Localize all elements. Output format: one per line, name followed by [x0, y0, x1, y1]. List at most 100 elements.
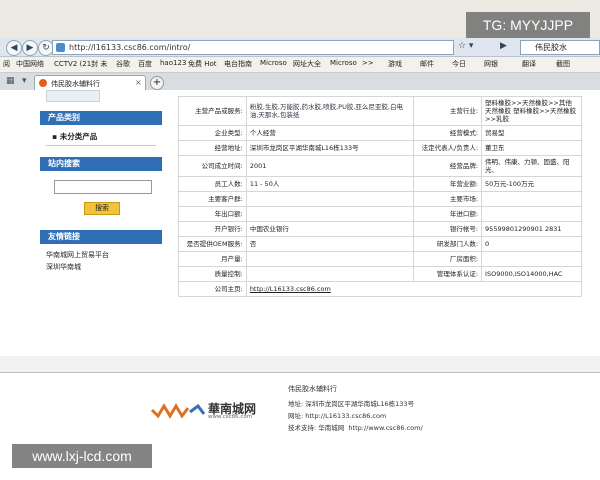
- divider: [46, 145, 156, 146]
- csc86-logo: 華南城网 www.csc86.com: [150, 402, 256, 422]
- field-value: 粉胶,生胶,万能胶,药水胶,喷胶,PU胶,亚么尼亚胶,白电油,天那水,包装纸: [245, 96, 415, 126]
- field-value: 11 - 50人: [245, 176, 415, 192]
- tab-grid-icon[interactable]: ▦: [6, 76, 15, 86]
- bookmark-item[interactable]: Microso: [260, 59, 287, 67]
- category-item[interactable]: ▪ 未分类产品: [52, 131, 97, 142]
- table-row: 企业类型: 个人经营 经营模式: 贸易型: [178, 125, 582, 141]
- site-search-input[interactable]: [54, 180, 152, 194]
- browser-search-box[interactable]: 伟民胶水: [520, 40, 600, 55]
- today-item[interactable]: 今日: [452, 59, 466, 69]
- field-value: 深圳市龙岗区平湖华南城L16栋133号: [245, 140, 415, 156]
- field-value: 伟明、伟康、力顿、固盛、阳光、: [481, 155, 582, 177]
- field-value: 塑料橡胶>>天然橡胶>>其他天然橡胶 塑料橡胶>>天然橡胶>>乳胶: [481, 96, 582, 126]
- search-text: 伟民胶水: [535, 43, 567, 52]
- address-bar[interactable]: http://l16133.csc86.com/intro/: [52, 40, 454, 55]
- homepage-link[interactable]: http://L16133.csc86.com: [245, 281, 583, 297]
- field-label: 开户银行:: [178, 221, 247, 237]
- footer-support-label: 技术支持: 华南城网: [288, 424, 345, 432]
- field-label: 企业类型:: [178, 125, 247, 141]
- field-value: 0: [481, 236, 582, 252]
- field-label: 月产量:: [178, 251, 247, 267]
- field-label: 研发部门人数:: [413, 236, 483, 252]
- footer-support: 技术支持: 华南城网 http://www.csc86.com/: [288, 422, 423, 432]
- url-text: http://l16133.csc86.com/intro/: [69, 43, 191, 52]
- field-value: 2001: [245, 155, 415, 177]
- bookmark-item[interactable]: 电台指南: [224, 59, 252, 69]
- field-label: 管理体系认证:: [413, 266, 483, 282]
- tab-active[interactable]: 伟民胶水辅料行 ×: [34, 75, 146, 91]
- bookmark-item[interactable]: CCTV2 (21封 未: [54, 59, 107, 69]
- field-label: 年出口额:: [178, 206, 247, 222]
- field-value: [245, 251, 415, 267]
- table-row: 月产量: 厂房面积:: [178, 251, 582, 267]
- table-row: 公司成立时间: 2001 经营品牌: 伟明、伟康、力顿、固盛、阳光、: [178, 155, 582, 177]
- bookmark-item[interactable]: 百度: [138, 59, 152, 69]
- footer-support-link[interactable]: http://www.csc86.com/: [348, 424, 422, 432]
- watermark-bottom-left: www.lxj-lcd.com: [12, 444, 152, 468]
- field-value: ISO9000,ISO14000,HAC: [481, 266, 582, 282]
- field-label: 经营地址:: [178, 140, 247, 156]
- company-info-table: 主营产品或服务: 粉胶,生胶,万能胶,药水胶,喷胶,PU胶,亚么尼亚胶,白电油,天…: [178, 96, 583, 297]
- new-tab-icon[interactable]: +: [150, 76, 164, 90]
- sidebar-top-button[interactable]: [46, 90, 100, 102]
- field-value: [245, 266, 415, 282]
- field-label: 是否提供OEM服务:: [178, 236, 247, 252]
- translate-item[interactable]: 翻译: [522, 59, 536, 69]
- category-item-label: 未分类产品: [59, 132, 98, 141]
- field-label: 经营品牌:: [413, 155, 483, 177]
- field-label: 厂房面积:: [413, 251, 483, 267]
- field-value: 董卫东: [481, 140, 582, 156]
- table-row: 主要客户群: 主要市场:: [178, 191, 582, 207]
- search-icon[interactable]: ▶: [500, 41, 507, 51]
- field-value: 贸易型: [481, 125, 582, 141]
- table-row: 质量控制: 管理体系认证: ISO9000,ISO14000,HAC: [178, 266, 582, 282]
- footer-address: 地址: 深圳市龙岗区平湖华南城L16栋133号: [288, 400, 415, 408]
- field-value: [245, 206, 415, 222]
- forward-icon[interactable]: ▶: [22, 40, 38, 56]
- field-value: [481, 251, 582, 267]
- bank-item[interactable]: 网银: [484, 59, 498, 69]
- bookmark-item[interactable]: 免费 Hot: [188, 59, 217, 69]
- bookmark-item[interactable]: hao123: [160, 59, 186, 67]
- links-header: 友情链接: [40, 230, 162, 244]
- table-row: 开户银行: 中国农业银行 银行帐号: 95599801290901 2831: [178, 221, 582, 237]
- bookmark-more[interactable]: >>: [362, 59, 374, 67]
- field-label: 公司成立时间:: [178, 155, 247, 177]
- field-value: 95599801290901 2831: [481, 221, 582, 237]
- screenshot-item[interactable]: 截图: [556, 59, 570, 69]
- search-button[interactable]: 搜索: [84, 202, 120, 215]
- tab-favicon: [39, 79, 47, 87]
- field-value: [481, 206, 582, 222]
- bookmark-item[interactable]: 中国网络: [16, 59, 44, 69]
- back-icon[interactable]: ◀: [6, 40, 22, 56]
- footer-company: 伟民胶水辅料行: [288, 385, 337, 393]
- table-row: 年出口额: 年进口额:: [178, 206, 582, 222]
- watermark-top-right: TG: MYYJJPP: [466, 12, 590, 38]
- go-icon[interactable]: ☆ ▾: [458, 41, 473, 51]
- field-label: 主要客户群:: [178, 191, 247, 207]
- field-label: 主营产品或服务:: [178, 96, 247, 126]
- tab-list-icon[interactable]: ▾: [22, 76, 27, 86]
- footer-website[interactable]: 网址: http://L16133.csc86.com: [288, 410, 386, 420]
- field-label: 银行帐号:: [413, 221, 483, 237]
- tab-close-icon[interactable]: ×: [135, 78, 142, 87]
- tab-title: 伟民胶水辅料行: [51, 80, 100, 88]
- bookmark-item[interactable]: 谷歌: [116, 59, 130, 69]
- table-row: 是否提供OEM服务: 否研发部门人数: 0: [178, 236, 582, 252]
- bookmark-item[interactable]: 阅: [3, 59, 10, 69]
- field-label: 年进口额:: [413, 206, 483, 222]
- field-label: 主营行业:: [413, 96, 483, 126]
- table-row: 主营产品或服务: 粉胶,生胶,万能胶,药水胶,喷胶,PU胶,亚么尼亚胶,白电油,天…: [178, 96, 582, 126]
- field-label: 经营模式:: [413, 125, 483, 141]
- field-label: 员工人数:: [178, 176, 247, 192]
- field-value: 个人经营: [245, 125, 415, 141]
- friend-link[interactable]: 深圳华南城: [46, 262, 81, 272]
- friend-link[interactable]: 华南城网上贸易平台: [46, 250, 109, 260]
- games-item[interactable]: 游戏: [388, 59, 402, 69]
- field-value: [245, 191, 415, 207]
- field-value: [481, 191, 582, 207]
- mail-item[interactable]: 邮件: [420, 59, 434, 69]
- bookmark-item[interactable]: 网址大全: [293, 59, 321, 69]
- table-row: 员工人数: 11 - 50人 年营业额: 50万元-100万元: [178, 176, 582, 192]
- bookmark-item[interactable]: Microso: [330, 59, 357, 67]
